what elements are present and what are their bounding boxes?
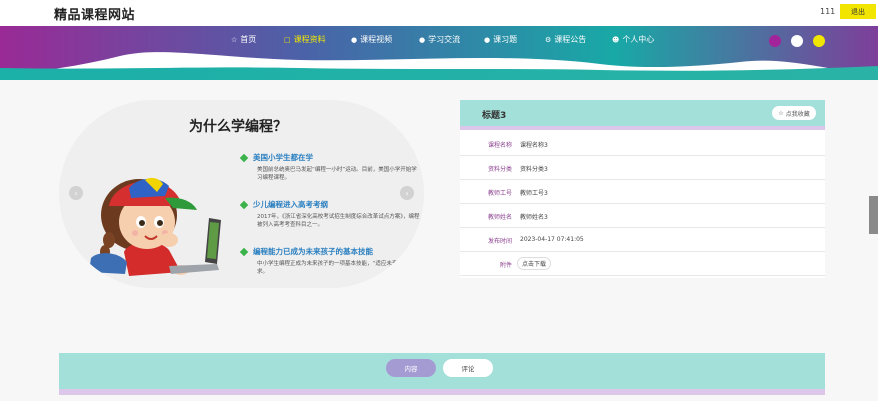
detail-header: 标题3 ☆ 点我收藏 <box>460 100 825 126</box>
diamond-bullet-icon <box>239 200 249 210</box>
field-label: 资料分类 <box>487 166 512 173</box>
nav-item-label: 课程资料 <box>293 35 326 44</box>
point-description: 美国前总统奥巴马发起“编程一小时”运动。目前，美国小学开始学习编程课程。 <box>257 167 417 181</box>
user-icon: ☻ <box>612 35 620 44</box>
home-icon: ☆ <box>231 35 238 44</box>
theme-dot-yellow[interactable] <box>813 35 825 47</box>
detail-panel: 标题3 ☆ 点我收藏 课程名称 课程名称3 资料分类 资料分类3 教师工号 教师… <box>460 100 825 278</box>
nav-item-label: 学习交流 <box>428 35 461 44</box>
circle-icon: ● <box>484 35 491 44</box>
detail-row-publish-time: 发布时间 2023-04-17 07:41:05 <box>460 228 825 252</box>
point-title: 编程能力已成为未来孩子的基本技能 <box>253 247 373 256</box>
field-label: 教师姓名 <box>487 214 512 221</box>
field-label: 附件 <box>499 262 512 269</box>
detail-row-attachment: 附件 点击下载 <box>460 252 825 276</box>
theme-dot-white[interactable] <box>791 35 803 47</box>
page: 精品课程网站 111 退出 ☆ 首页 □ 课程资料 ● 课程视频 ● 学习交流 … <box>0 0 878 401</box>
girl-with-laptop-illustration <box>89 177 221 276</box>
download-button[interactable]: 点击下载 <box>517 257 551 270</box>
bag-icon: □ <box>284 35 291 44</box>
field-value: 教师姓名3 <box>520 214 548 221</box>
theme-dot-purple[interactable] <box>769 35 781 47</box>
carousel-prev-arrow[interactable]: ‹ <box>69 186 83 200</box>
field-label: 课程名称 <box>487 142 512 149</box>
settings-icon: ⚙ <box>545 35 552 44</box>
nav-banner: ☆ 首页 □ 课程资料 ● 课程视频 ● 学习交流 ● 课习题 ⚙ 课程公告 ☻… <box>0 26 878 82</box>
nav-item-label: 课程视频 <box>360 35 393 44</box>
nav-item-course-materials[interactable]: □ 课程资料 <box>284 34 326 45</box>
favorite-button[interactable]: ☆ 点我收藏 <box>772 106 816 120</box>
bottom-strip <box>59 389 825 395</box>
nav-item-personal-center[interactable]: ☻ 个人中心 <box>612 34 654 45</box>
nav-item-label: 个人中心 <box>622 35 655 44</box>
field-label: 教师工号 <box>487 190 512 197</box>
detail-row-teacher-id: 教师工号 教师工号3 <box>460 180 825 204</box>
scrollbar-thumb[interactable] <box>869 196 878 234</box>
star-icon: ☆ <box>778 109 784 117</box>
nav-item-exercises[interactable]: ● 课习题 <box>484 34 517 45</box>
detail-title: 标题3 <box>482 111 507 121</box>
user-name[interactable]: 111 <box>820 7 835 16</box>
detail-row-category: 资料分类 资料分类3 <box>460 156 825 180</box>
carousel-next-arrow[interactable]: › <box>400 186 414 200</box>
nav-item-label: 课习题 <box>493 35 518 44</box>
diamond-bullet-icon <box>239 153 249 163</box>
circle-icon: ● <box>419 35 426 44</box>
point-description: 2017年，《浙江省深化高校考试招生制度综合改革试点方案》，编程被列入高考考查科… <box>257 214 420 228</box>
point-title: 美国小学生都在学 <box>253 153 313 162</box>
carousel-point: 美国小学生都在学 <box>239 152 313 163</box>
detail-row-course-name: 课程名称 课程名称3 <box>460 132 825 156</box>
nav-item-label: 首页 <box>240 35 257 44</box>
field-label: 发布时间 <box>487 238 512 245</box>
field-value: 教师工号3 <box>520 190 548 197</box>
header-strip <box>460 126 825 130</box>
nav-menu: ☆ 首页 □ 课程资料 ● 课程视频 ● 学习交流 ● 课习题 ⚙ 课程公告 ☻… <box>0 34 878 48</box>
carousel-point: 编程能力已成为未来孩子的基本技能 <box>239 246 373 257</box>
logout-button[interactable]: 退出 <box>840 4 876 19</box>
top-bar: 精品课程网站 111 退出 <box>0 0 878 26</box>
bottom-tab-bar <box>59 353 825 389</box>
nav-item-label: 课程公告 <box>554 35 587 44</box>
field-value: 资料分类3 <box>520 166 548 173</box>
detail-row-teacher-name: 教师姓名 教师姓名3 <box>460 204 825 228</box>
tab-content[interactable]: 内容 <box>386 359 436 377</box>
tab-comments[interactable]: 评论 <box>443 359 493 377</box>
point-title: 少儿编程进入高考考纲 <box>253 200 328 209</box>
carousel-point: 少儿编程进入高考考纲 <box>239 199 328 210</box>
nav-item-announcements[interactable]: ⚙ 课程公告 <box>545 34 586 45</box>
nav-item-home[interactable]: ☆ 首页 <box>231 34 256 45</box>
field-value: 2023-04-17 07:41:05 <box>520 236 584 243</box>
nav-item-study-exchange[interactable]: ● 学习交流 <box>419 34 460 45</box>
diamond-bullet-icon <box>239 247 249 257</box>
favorite-label: 点我收藏 <box>785 110 810 118</box>
field-value: 课程名称3 <box>520 142 548 149</box>
circle-icon: ● <box>351 35 358 44</box>
nav-item-course-videos[interactable]: ● 课程视频 <box>351 34 392 45</box>
carousel-title: 为什么学编程？ <box>189 119 287 135</box>
site-title: 精品课程网站 <box>54 8 136 23</box>
image-carousel[interactable]: 为什么学编程？ ‹ › 美国小学生都在学 美国前总统奥巴马发起“编程一小时”运动… <box>59 100 424 288</box>
point-description: 中小学生编程正成为未来孩子的一项基本技能，“适应未来社会的要求。 <box>257 261 420 275</box>
